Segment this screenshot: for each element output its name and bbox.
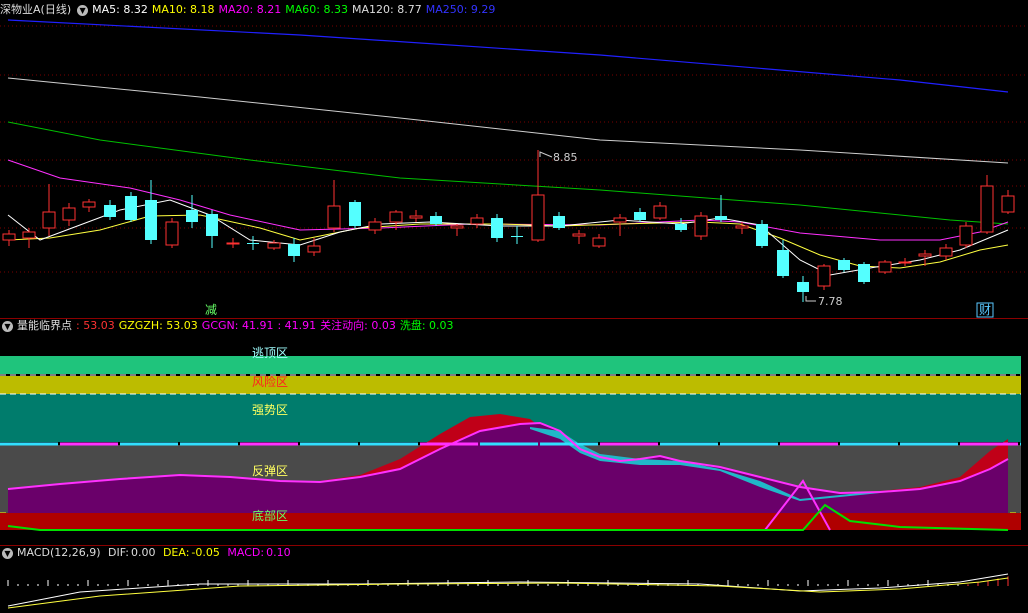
macd-panel[interactable]: ▼ MACD(12,26,9) DIF: 0.00 DEA: -0.05 MACD: 0… (0, 546, 1028, 613)
event-marker: 减 (205, 303, 217, 317)
candle-body-down (206, 214, 218, 236)
ma120-line (7, 77, 1009, 164)
ma10-line (7, 214, 1009, 269)
candle-body-down (186, 210, 198, 222)
candle-body-down (756, 224, 768, 246)
zone-label: 反弹区 (252, 464, 288, 478)
zone-label: 强势区 (252, 403, 288, 417)
candle-body-up (267, 242, 281, 249)
candle-body-up (1001, 195, 1015, 213)
ma250-line (7, 19, 1009, 93)
candle-body-up (939, 247, 953, 257)
candle-body-up (592, 237, 606, 247)
candlestick-chart[interactable]: 8.85 7.78 减 财 (0, 0, 1028, 318)
candle-body-up (62, 207, 76, 221)
candle-body-up (82, 201, 96, 208)
candle-body-down (553, 216, 565, 228)
candle-body-down (491, 218, 503, 238)
candle-body-down (349, 202, 361, 226)
high-price-label: 8.85 (553, 151, 578, 164)
high-pointer (539, 151, 553, 158)
candle-body-down (104, 205, 116, 217)
zone-escape-band (0, 356, 1021, 374)
low-pointer (805, 296, 816, 302)
candle-body-up (2, 233, 16, 241)
dif-line (7, 573, 1009, 607)
candle-body-down (288, 244, 300, 256)
candle-body-up (878, 261, 892, 273)
candle-body-up (918, 253, 932, 257)
candle-body-up (470, 217, 484, 225)
candle-body-up (694, 215, 708, 237)
candle-body-down (634, 212, 646, 220)
candle-body-up (327, 205, 341, 229)
candle-body-up (959, 225, 973, 246)
candle-body-down (145, 200, 157, 240)
candle-body-up (572, 233, 586, 237)
zone-label: 底部区 (252, 508, 288, 523)
candle-body-up (226, 242, 240, 245)
main-chart-panel[interactable]: 深物业A(日线) ▼ MA5: 8.32 MA10: 8.18 MA20: 8.21 MA… (0, 0, 1028, 318)
zone-label: 逃顶区 (252, 346, 288, 360)
candle-body-up (735, 225, 749, 229)
candle-body-down (715, 216, 727, 220)
candle-body-up (898, 261, 912, 264)
candle-body-up (22, 231, 36, 239)
indicator-chart[interactable]: 逃顶区风险区强势区反弹区底部区 (0, 319, 1028, 545)
candle-body-up (531, 194, 545, 241)
candle-body-down (247, 243, 259, 244)
zone-risk-band (0, 376, 1021, 394)
macd-chart[interactable] (0, 546, 1028, 613)
candle-body-up (42, 211, 56, 229)
candle-body-up (450, 225, 464, 229)
candle-body-up (368, 221, 382, 231)
candle-body-down (511, 236, 523, 237)
candle-body-down (675, 224, 687, 230)
candle-body-up (165, 221, 179, 246)
candle-body-down (797, 282, 809, 292)
candle-body-up (389, 211, 403, 223)
candle-body-down (777, 250, 789, 276)
candle-body-down (838, 260, 850, 270)
candle-body-up (613, 217, 627, 223)
candle-body-up (817, 265, 831, 287)
ma60-line (7, 121, 1009, 225)
low-price-label: 7.78 (818, 295, 843, 308)
candle-body-down (430, 216, 442, 224)
candle-body-up (653, 205, 667, 219)
candle-body-up (307, 245, 321, 253)
candle-body-up (980, 185, 994, 233)
candle-body-up (409, 215, 423, 219)
candle-body-down (125, 196, 137, 220)
indicator-panel[interactable]: ▼ 量能临界点: 53.03 GZGZH: 53.03 GCGN: 41.91: 41… (0, 319, 1028, 545)
zone-label: 风险区 (252, 374, 288, 389)
candle-body-down (858, 264, 870, 282)
event-marker: 财 (979, 303, 991, 317)
